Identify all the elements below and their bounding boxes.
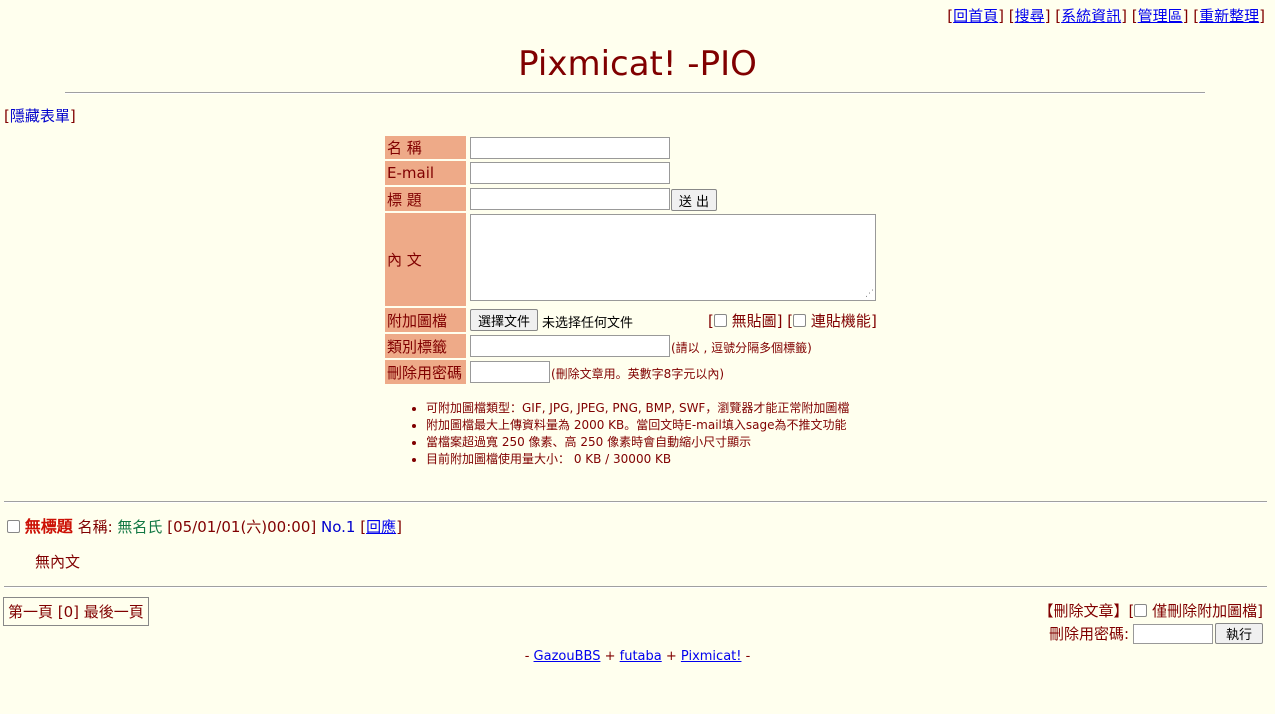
resize-handle-icon[interactable]: ⋰ — [865, 290, 874, 299]
footer-gazou-link[interactable]: GazouBBS — [534, 649, 601, 664]
post-select-checkbox[interactable] — [7, 520, 20, 533]
email-input[interactable] — [470, 162, 670, 184]
rule-item: 可附加圖檔類型：GIF, JPG, JPEG, PNG, BMP, SWF，瀏覽… — [426, 400, 849, 417]
name-label: 名 稱 — [385, 136, 466, 159]
page-title: Pixmicat! -PIO — [518, 44, 757, 84]
rule-item: 目前附加圖檔使用量大小： 0 KB / 30000 KB — [426, 451, 849, 468]
delete-panel: 【刪除文章】[ 僅刪除附加圖檔] 刪除用密碼: 執行 — [1038, 600, 1263, 644]
rule-item: 附加圖檔最大上傳資料量為 2000 KB。當回文時E-mail填入sage為不推… — [426, 417, 849, 434]
footer: - GazouBBS + futaba + Pixmicat! - — [524, 649, 751, 664]
file-options: [ 無貼圖] [ 連貼機能] — [708, 312, 877, 330]
subject-input[interactable] — [470, 188, 670, 210]
category-note: (請以 , 逗號分隔多個標籤) — [671, 341, 812, 355]
divider — [65, 92, 1205, 94]
upload-rules: 可附加圖檔類型：GIF, JPG, JPEG, PNG, BMP, SWF，瀏覽… — [410, 400, 849, 468]
divider — [4, 501, 1267, 503]
noimg-label: 無貼圖 — [731, 312, 777, 330]
name-input[interactable] — [470, 137, 670, 159]
pager: 第一頁 [0] 最後一頁 — [3, 597, 149, 626]
rule-item: 當檔案超過寬 250 像素、高 250 像素時會自動縮小尺寸顯示 — [426, 434, 849, 451]
delete-exec-button[interactable]: 執行 — [1215, 623, 1263, 644]
nav-sysinfo-link[interactable]: 系統資訊 — [1061, 7, 1121, 25]
divider — [4, 586, 1267, 588]
post-number-link[interactable]: No.1 — [321, 518, 355, 536]
comment-label: 內 文 — [385, 213, 466, 306]
category-input[interactable] — [470, 335, 670, 357]
post-header: 無標題 名稱: 無名氏 [05/01/01(六)00:00] No.1 [回應] — [7, 513, 402, 537]
delete-only-image-label: 僅刪除附加圖檔 — [1152, 602, 1258, 620]
file-label: 附加圖檔 — [385, 308, 466, 332]
cont-label: 連貼機能 — [810, 312, 871, 330]
post-reply-link[interactable]: 回應 — [366, 518, 396, 536]
delete-only-image-checkbox[interactable] — [1134, 604, 1148, 617]
post-title: 無標題 — [24, 517, 73, 536]
noimg-checkbox[interactable] — [713, 314, 727, 327]
submit-button[interactable]: 送 出 — [671, 189, 717, 211]
category-label: 類別標籤 — [385, 334, 466, 358]
file-status: 未选择任何文件 — [542, 316, 634, 331]
email-label: E-mail — [385, 161, 466, 185]
delete-title: 【刪除文章】 — [1038, 602, 1129, 620]
delete-pwd-row: 刪除用密碼: 執行 — [1038, 623, 1263, 644]
nav-search-link[interactable]: 搜尋 — [1015, 7, 1045, 25]
nav-home-link[interactable]: 回首頁 — [953, 7, 998, 25]
delete-pwd-label: 刪除用密碼: — [1048, 625, 1129, 643]
subject-label: 標 題 — [385, 187, 466, 211]
footer-pixmicat-link[interactable]: Pixmicat! — [681, 649, 742, 664]
file-choose-button[interactable]: 選擇文件 — [470, 309, 538, 331]
delete-pwd-input[interactable] — [1133, 623, 1213, 644]
password-label: 刪除用密碼 — [385, 360, 466, 384]
post-body: 無內文 — [35, 553, 81, 571]
post-date: [05/01/01(六)00:00] — [167, 518, 317, 536]
password-input[interactable] — [470, 361, 550, 383]
post-name-prefix: 名稱: — [77, 518, 113, 536]
hide-form-toggle: [隱藏表單] — [4, 107, 76, 125]
delete-row: 【刪除文章】[ 僅刪除附加圖檔] — [1038, 602, 1263, 620]
footer-futaba-link[interactable]: futaba — [620, 649, 662, 664]
nav-admin-link[interactable]: 管理區 — [1138, 7, 1183, 25]
password-note: (刪除文章用。英數字8字元以內) — [551, 367, 724, 381]
hide-form-link[interactable]: 隱藏表單 — [10, 107, 70, 125]
top-nav: [回首頁] [搜尋] [系統資訊] [管理區] [重新整理] — [947, 7, 1265, 25]
post-author: 無名氏 — [117, 518, 163, 536]
cont-checkbox[interactable] — [793, 314, 807, 327]
comment-textarea[interactable]: ⋰ — [470, 214, 876, 301]
nav-refresh-link[interactable]: 重新整理 — [1199, 7, 1259, 25]
